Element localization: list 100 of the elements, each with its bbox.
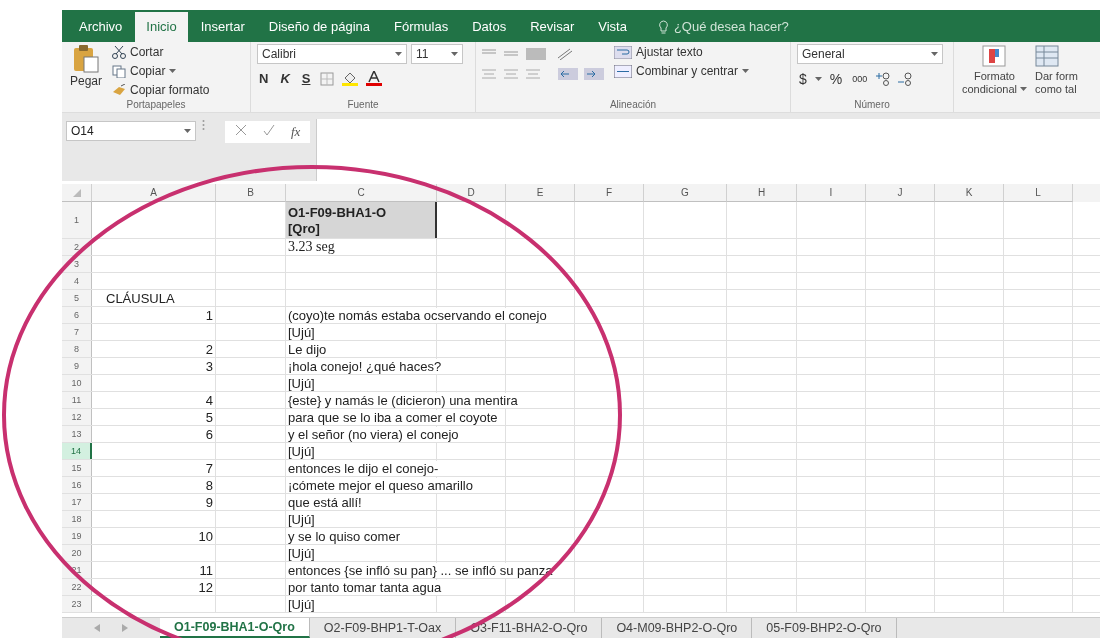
cut-button[interactable]: Cortar xyxy=(110,44,212,60)
group-label: Fuente xyxy=(346,99,380,112)
scissors-icon xyxy=(112,45,127,59)
paste-button[interactable]: Pegar xyxy=(68,44,105,89)
cell-number: 8 xyxy=(204,478,214,493)
cell-number: 9 xyxy=(204,495,214,510)
cell-number: 10 xyxy=(197,529,214,544)
underline-button[interactable]: S xyxy=(299,70,313,87)
row-header[interactable]: 7 xyxy=(62,324,92,340)
row-header[interactable]: 19 xyxy=(62,528,92,544)
cell-number: 12 xyxy=(197,580,214,595)
check-icon xyxy=(263,124,275,136)
scroll-left-icon xyxy=(94,624,100,632)
row-header[interactable]: 1 xyxy=(62,202,92,238)
cell-text: (coyo)te nomás estaba ocservando el conejo xyxy=(286,308,549,323)
row-header[interactable]: 20 xyxy=(62,545,92,561)
sheet-tab[interactable]: O3-F11-BHA2-O-Qro xyxy=(456,618,603,638)
cell-text: [Ujú] xyxy=(286,444,317,459)
caret-icon xyxy=(814,76,822,82)
caret-icon xyxy=(184,128,191,134)
row-header[interactable]: 17 xyxy=(62,494,92,510)
cell-number: 6 xyxy=(204,427,214,442)
ribbon-tab[interactable]: Inicio xyxy=(135,12,188,42)
ribbon-tab[interactable]: Insertar xyxy=(189,12,256,42)
row-header[interactable]: 11 xyxy=(62,392,92,408)
currency-button[interactable]: $ xyxy=(797,70,809,88)
table-icon xyxy=(1035,45,1062,69)
group-label: Alineación xyxy=(608,99,658,112)
cell-text: para que se lo iba a comer el coyote xyxy=(286,410,500,425)
caret-icon xyxy=(931,51,938,57)
cell-text: 3.23 seg xyxy=(286,239,337,255)
format-table-button[interactable]: Dar form como tal xyxy=(1033,44,1080,112)
cell-text: [Ujú] xyxy=(286,597,317,612)
ribbon-tab[interactable]: Archivo xyxy=(68,12,134,42)
conditional-format-button[interactable]: Formato condicional xyxy=(960,44,1030,112)
tell-me-field[interactable]: ¿Qué desea hacer? xyxy=(673,19,789,34)
select-all-icon xyxy=(72,188,81,197)
row-header[interactable]: 12 xyxy=(62,409,92,425)
brush-icon xyxy=(112,83,127,97)
cell-text: ¡cómete mejor el queso amarillo xyxy=(286,478,475,493)
sheet-tab[interactable]: O4-M09-BHP2-O-Qro xyxy=(602,618,753,638)
ribbon-tab[interactable]: Diseño de página xyxy=(257,12,381,42)
cell-text: por tanto tomar tanta agua xyxy=(286,580,444,595)
insert-function-button[interactable]: fx xyxy=(291,124,301,140)
name-box[interactable]: O14 xyxy=(66,121,196,141)
row-header[interactable]: 18 xyxy=(62,511,92,527)
row-header[interactable]: 8 xyxy=(62,341,92,357)
conditional-format-icon xyxy=(981,45,1008,69)
scroll-right-icon xyxy=(122,624,128,632)
ribbon-tab[interactable]: Datos xyxy=(461,12,518,42)
ribbon-tab[interactable]: Fórmulas xyxy=(383,12,460,42)
row-header[interactable]: 9 xyxy=(62,358,92,374)
cell-text: y se lo quiso comer xyxy=(286,529,402,544)
caret-icon xyxy=(1020,86,1028,92)
caret-icon xyxy=(395,51,402,57)
sheet-tab[interactable]: 05-F09-BHP2-O-Qro xyxy=(752,618,897,638)
format-painter-button[interactable]: Copiar formato xyxy=(110,82,212,98)
ribbon-tab[interactable]: Vista xyxy=(587,12,638,42)
row-header[interactable]: 16 xyxy=(62,477,92,493)
merge-center-button[interactable]: Combinar y centrar xyxy=(612,63,752,79)
caret-icon xyxy=(742,68,750,74)
formula-input[interactable] xyxy=(316,119,1100,181)
row-header[interactable]: 15 xyxy=(62,460,92,476)
row-header[interactable]: 4 xyxy=(62,273,92,289)
group-label: Portapapeles xyxy=(125,99,187,112)
clipboard-icon xyxy=(73,45,99,73)
row-header[interactable]: 13 xyxy=(62,426,92,442)
italic-button[interactable]: K xyxy=(278,70,292,87)
thousands-button[interactable]: 000 xyxy=(850,73,870,85)
cell-text: {este} y namás le (dicieron) una mentira xyxy=(286,393,520,408)
copy-icon xyxy=(112,64,127,78)
cell-text: O1-F09-BHA1-O [Qro] xyxy=(287,204,388,238)
row-header[interactable]: 14 xyxy=(62,443,92,459)
font-name-field[interactable]: Calibri xyxy=(257,44,407,64)
wrap-text-button[interactable]: Ajustar texto xyxy=(612,44,752,60)
row-header[interactable]: 10 xyxy=(62,375,92,391)
cell-number: 3 xyxy=(204,359,214,374)
grip-icon xyxy=(202,119,205,131)
cell-text: que está allí! xyxy=(286,495,364,510)
sheet-tab[interactable]: O2-F09-BHP1-T-Oax xyxy=(309,618,457,638)
cell-text: [Ujú] xyxy=(286,546,317,561)
sheet-tab[interactable]: O1-F09-BHA1-O-Qro xyxy=(160,618,310,638)
row-header[interactable]: 6 xyxy=(62,307,92,323)
number-format-field[interactable]: General xyxy=(797,44,943,64)
cell-number: 5 xyxy=(204,410,214,425)
lightbulb-icon xyxy=(657,19,669,34)
group-label: Número xyxy=(853,99,891,112)
percent-button[interactable]: % xyxy=(827,70,845,88)
row-header[interactable]: 5 xyxy=(62,290,92,306)
row-header[interactable]: 23 xyxy=(62,596,92,612)
cell-text: ¡hola conejo! ¿qué haces? xyxy=(286,359,444,374)
bold-button[interactable]: N xyxy=(257,70,271,87)
cell-text: entonces le dijo el conejo- xyxy=(286,461,441,476)
copy-button[interactable]: Copiar xyxy=(110,63,212,79)
caret-icon xyxy=(169,68,177,74)
fill-color-icon xyxy=(342,71,359,86)
cell-number: 1 xyxy=(204,308,214,323)
font-size-field[interactable]: 11 xyxy=(411,44,463,64)
ribbon-tab[interactable]: Revisar xyxy=(519,12,586,42)
cell-text: [Ujú] xyxy=(286,512,317,527)
